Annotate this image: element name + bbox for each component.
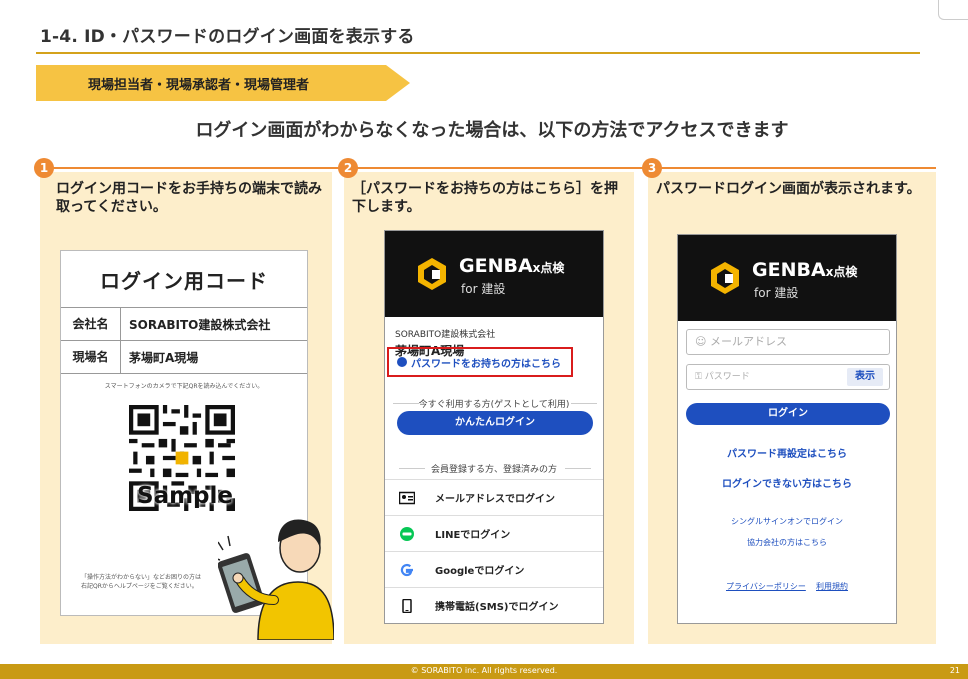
guest-divider-text: 今すぐ利用する方(ゲストとして利用) xyxy=(418,400,570,410)
site-value: 茅場町A現場 xyxy=(129,350,199,365)
footer: © SORABITO inc. All rights reserved. 21 xyxy=(0,664,968,679)
partner-link[interactable]: 協力会社の方はこちら xyxy=(678,537,896,548)
corner-tab xyxy=(938,0,968,20)
company-row: 会社名 SORABITO建設株式会社 xyxy=(61,308,307,341)
login-button[interactable]: ログイン xyxy=(686,403,890,425)
sms-login-label: 携帯電話(SMS)でログイン xyxy=(435,602,559,613)
password-login-link-label: パスワードをお持ちの方はこちら xyxy=(411,359,561,370)
step-1-text: ログイン用コードをお手持ちの端末で読み取ってください。 xyxy=(56,181,322,215)
google-icon xyxy=(400,563,413,576)
password-field[interactable]: ⚿ パスワード 表示 xyxy=(686,364,890,390)
app-name-suffix: x点検 xyxy=(532,261,565,275)
genba-logo-icon xyxy=(711,262,739,294)
sso-login-link[interactable]: シングルサインオンでログイン xyxy=(678,516,896,527)
person-scanning-illustration xyxy=(218,519,334,640)
password-reset-link[interactable]: パスワード再設定はこちら xyxy=(678,445,896,460)
phone-icon xyxy=(402,598,412,613)
genba-logo-icon xyxy=(418,258,446,290)
site-label: 現場名 xyxy=(61,341,121,373)
member-divider-text: 会員登録する方、登録済みの方 xyxy=(430,465,557,475)
easy-login-button[interactable]: かんたんログイン xyxy=(397,411,593,435)
sms-login-option[interactable]: 携帯電話(SMS)でログイン xyxy=(385,587,603,623)
app-header: GENBAx点検 for 建設 xyxy=(678,235,896,321)
legal-links: プライバシーポリシー 利用規約 xyxy=(678,581,896,592)
google-login-option[interactable]: Googleでログイン xyxy=(385,551,603,587)
role-banner: 現場担当者・現場承認者・現場管理者 xyxy=(36,65,410,101)
company-label: 会社名 xyxy=(61,308,121,340)
company-name: SORABITO建設株式会社 xyxy=(395,330,496,340)
step-3-text: パスワードログイン画面が表示されます。 xyxy=(656,181,921,197)
id-card-icon xyxy=(399,491,415,504)
step-number-3: 3 xyxy=(642,158,662,178)
login-code-title: ログイン用コード xyxy=(100,269,268,293)
app-name: GENBAx点検 xyxy=(459,255,564,277)
step-2-text: ［パスワードをお持ちの方はこちら］を押下します。 xyxy=(352,181,618,215)
email-login-label: メールアドレスでログイン xyxy=(435,494,555,505)
company-value: SORABITO建設株式会社 xyxy=(129,317,271,332)
show-password-button[interactable]: 表示 xyxy=(847,368,883,386)
app-subtitle: for 建設 xyxy=(461,282,506,296)
cant-login-link[interactable]: ログインできない方はこちら xyxy=(678,475,896,490)
password-login-link[interactable]: パスワードをお持ちの方はこちら xyxy=(387,347,573,377)
app-subtitle: for 建設 xyxy=(754,286,799,300)
step-number-1: 1 xyxy=(34,158,54,178)
headline: ログイン画面がわからなくなった場合は、以下の方法でアクセスできます xyxy=(0,116,968,142)
site-row: 現場名 茅場町A現場 xyxy=(61,341,307,374)
headline-text: ログイン画面がわからなくなった場合は、以下の方法でアクセスできます xyxy=(195,120,789,141)
line-icon xyxy=(400,526,414,541)
step-divider xyxy=(36,167,936,169)
page-title: 1-4. ID・パスワードのログイン画面を表示する xyxy=(40,27,415,47)
title-divider xyxy=(36,52,920,54)
line-login-label: LINEでログイン xyxy=(435,530,511,541)
app-screen-step-2: GENBAx点検 for 建設 SORABITO建設株式会社 茅場町A現場 パス… xyxy=(384,230,604,624)
email-login-option[interactable]: メールアドレスでログイン xyxy=(385,479,603,515)
email-placeholder: メールアドレス xyxy=(709,335,787,348)
chevron-left-icon xyxy=(397,357,407,367)
privacy-policy-link[interactable]: プライバシーポリシー xyxy=(726,582,806,591)
user-icon: ☺ xyxy=(695,335,710,348)
google-login-label: Googleでログイン xyxy=(435,566,525,577)
app-name-main: GENBA xyxy=(752,259,826,281)
step-number-2: 2 xyxy=(338,158,358,178)
help-note-line-2: 右記QRからヘルプページをご覧ください。 xyxy=(81,583,198,590)
app-name: GENBAx点検 xyxy=(752,259,857,281)
email-field[interactable]: ☺ メールアドレス xyxy=(686,329,890,355)
page-number: 21 xyxy=(949,666,960,675)
login-code-info: 会社名 SORABITO建設株式会社 現場名 茅場町A現場 xyxy=(61,307,307,374)
help-note: 「操作方法がわからない」などお困りの方は 右記QRからヘルプページをご覧ください… xyxy=(81,573,201,591)
app-header: GENBAx点検 for 建設 xyxy=(385,231,603,317)
app-name-main: GENBA xyxy=(459,255,533,277)
key-icon: ⚿ xyxy=(695,372,705,382)
copyright: © SORABITO inc. All rights reserved. xyxy=(410,666,558,675)
qr-note: スマートフォンのカメラで下記QRを読み込んでください。 xyxy=(104,383,264,390)
app-screen-step-3: GENBAx点検 for 建設 ☺ メールアドレス ⚿ パスワード 表示 ログイ… xyxy=(677,234,897,624)
terms-link[interactable]: 利用規約 xyxy=(816,582,848,591)
app-name-suffix: x点検 xyxy=(825,265,858,279)
help-note-line-1: 「操作方法がわからない」などお困りの方は xyxy=(81,574,202,581)
line-login-option[interactable]: LINEでログイン xyxy=(385,515,603,551)
role-banner-label: 現場担当者・現場承認者・現場管理者 xyxy=(88,78,310,93)
password-placeholder: パスワード xyxy=(704,372,750,382)
